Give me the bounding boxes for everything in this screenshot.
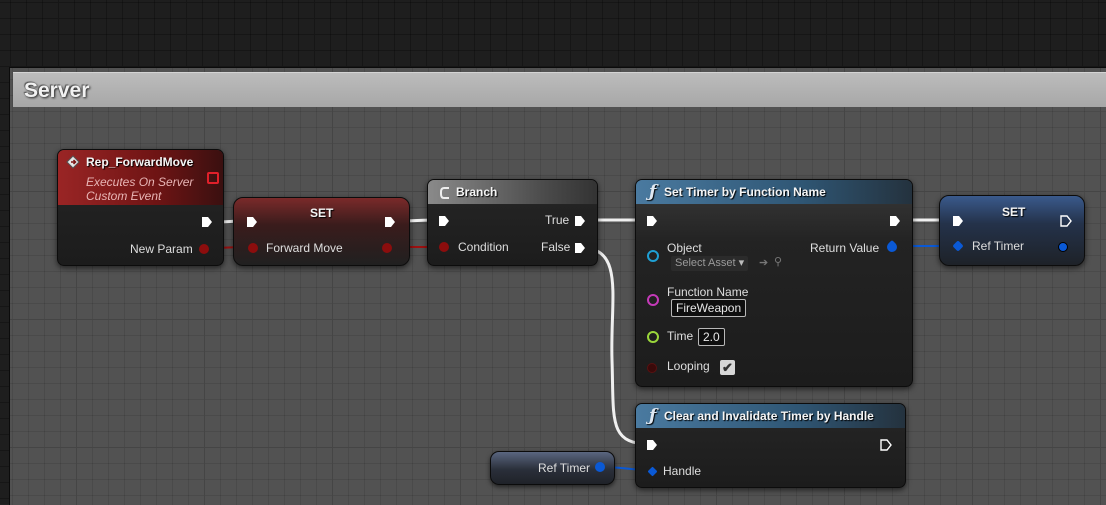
event-exec-out-pin[interactable] (201, 216, 213, 228)
event-node-title: Rep_ForwardMove (86, 155, 194, 169)
ref-timer-getter-node[interactable]: Ref Timer (490, 451, 615, 485)
set2-ref-timer-in-pin[interactable] (952, 240, 964, 252)
branch-condition-pin[interactable] (439, 242, 449, 252)
branch-icon (440, 187, 449, 199)
branch-condition-label: Condition (458, 240, 509, 254)
set-forward-move-node[interactable]: SET Forward Move (233, 197, 410, 266)
timer-time-label: Time (667, 329, 694, 343)
clear-exec-in-pin[interactable] (646, 439, 658, 451)
set2-exec-out-pin[interactable] (1060, 215, 1072, 227)
timer-function-name-label: Function Name (667, 285, 749, 299)
timer-return-value-label: Return Value (810, 241, 880, 255)
timer-exec-in-pin[interactable] (646, 215, 658, 227)
looping-checkbox[interactable]: ✔ (720, 360, 735, 375)
branch-false-label: False (541, 240, 571, 254)
set-timer-title: Set Timer by Function Name (664, 185, 826, 199)
clear-handle-label: Handle (663, 464, 702, 478)
timer-function-name-pin[interactable] (647, 294, 659, 306)
branch-node-header (428, 180, 597, 204)
clear-timer-node[interactable]: ƒ Clear and Invalidate Timer by Handle H… (635, 403, 906, 488)
timer-object-label: Object (667, 241, 702, 255)
clear-handle-pin[interactable] (647, 466, 658, 477)
event-node[interactable]: Rep_ForwardMove Executes On Server Custo… (57, 149, 224, 266)
timer-object-pin[interactable] (647, 250, 659, 262)
set-forward-move-title: SET (310, 206, 334, 220)
event-node-subtitle-1: Executes On Server (86, 175, 194, 189)
function-name-input[interactable]: FireWeapon (671, 299, 747, 317)
set1-exec-out-pin[interactable] (384, 216, 396, 228)
ref-timer-getter-out-pin[interactable] (595, 462, 605, 472)
set-timer-node[interactable]: ƒ Set Timer by Function Name Object Sele… (635, 179, 913, 387)
ref-timer-getter-label: Ref Timer (538, 461, 591, 475)
set1-forward-move-in-pin[interactable] (248, 243, 258, 253)
function-f-icon: ƒ (649, 406, 657, 426)
set-ref-timer-node[interactable]: SET Ref Timer (939, 195, 1085, 266)
branch-node-title: Branch (456, 185, 498, 199)
timer-time-pin[interactable] (647, 331, 659, 343)
timer-return-value-pin[interactable] (884, 239, 900, 255)
clear-exec-out-pin[interactable] (880, 439, 892, 451)
set2-ref-timer-out-pin[interactable] (1058, 242, 1068, 252)
chevron-down-icon: ▾ (738, 257, 745, 269)
branch-true-pin[interactable] (574, 215, 586, 227)
function-f-icon: ƒ (649, 182, 657, 202)
set1-forward-move-label: Forward Move (266, 241, 343, 255)
branch-true-label: True (545, 213, 570, 227)
set-ref-timer-title: SET (1002, 205, 1026, 219)
set2-ref-timer-label: Ref Timer (972, 239, 1025, 253)
select-asset-value: Select Asset (675, 257, 736, 269)
arrow-left-icon[interactable]: ➔ (759, 256, 768, 269)
event-node-subtitle-2: Custom Event (86, 189, 162, 203)
set1-forward-move-out-pin[interactable] (382, 243, 392, 253)
time-input[interactable]: 2.0 (698, 328, 725, 346)
set2-exec-in-pin[interactable] (952, 215, 964, 227)
select-asset-dropdown[interactable]: Select Asset ▾ (671, 256, 749, 271)
event-diamond-icon (66, 155, 80, 169)
clear-timer-title: Clear and Invalidate Timer by Handle (664, 409, 874, 423)
timer-looping-pin[interactable] (647, 363, 657, 373)
delegate-square-icon[interactable] (207, 172, 219, 184)
branch-exec-in-pin[interactable] (438, 215, 450, 227)
branch-node[interactable]: Branch True Condition False (427, 179, 598, 266)
magnifier-icon[interactable]: ⚲ (774, 255, 782, 268)
timer-exec-out-pin[interactable] (889, 215, 901, 227)
event-new-param-label: New Param (130, 242, 193, 256)
branch-false-pin[interactable] (574, 242, 586, 254)
timer-looping-label: Looping (667, 359, 710, 373)
event-new-param-pin[interactable] (199, 244, 209, 254)
set1-exec-in-pin[interactable] (246, 216, 258, 228)
